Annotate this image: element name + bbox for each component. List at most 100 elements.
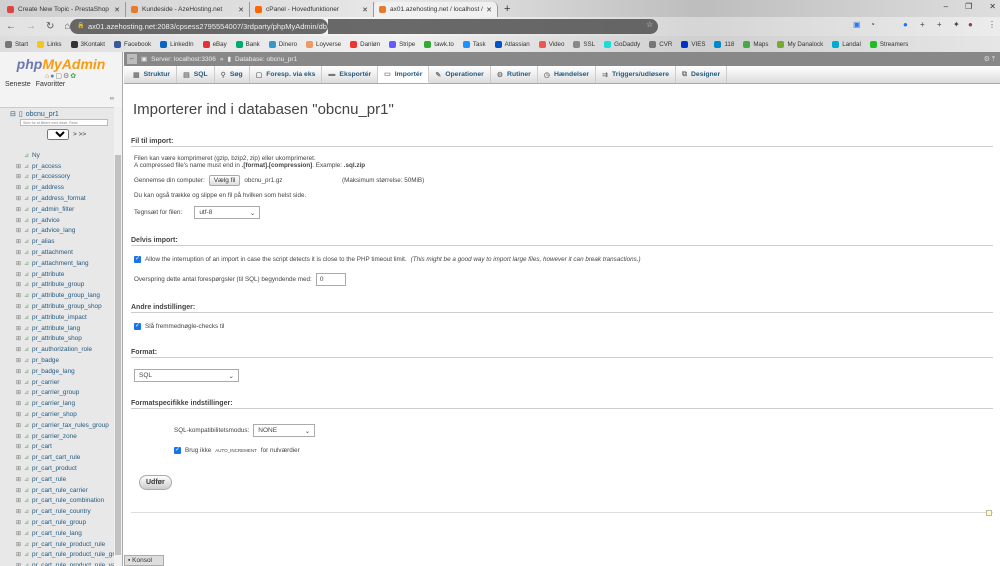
extension-icon[interactable]: +: [920, 20, 925, 29]
expand-icon[interactable]: ⊞: [16, 281, 21, 288]
favorites-tab[interactable]: Favoritter: [36, 81, 66, 88]
phpmyadmin-logo[interactable]: phpMyAdmin: [0, 56, 122, 72]
settings-gear-icon[interactable]: ⚙ ⤒: [984, 55, 995, 64]
bookmark-ebay[interactable]: eBay: [202, 40, 227, 48]
expand-icon[interactable]: ⊞: [16, 227, 21, 234]
tree-table[interactable]: ⊞ ⊿ pr_cart_rule_group: [16, 517, 115, 528]
expand-icon[interactable]: ⊞: [16, 163, 21, 170]
bookmark-vies[interactable]: VIES: [681, 40, 705, 48]
tree-database[interactable]: ⊟ ▯ obcnu_pr1: [0, 108, 115, 119]
expand-icon[interactable]: ⊞: [16, 292, 21, 299]
expand-icon[interactable]: ⊞: [16, 271, 21, 278]
tab-sql[interactable]: ▤ SQL: [177, 66, 215, 83]
expand-icon[interactable]: ⊞: [16, 422, 21, 429]
bookmark-star-icon[interactable]: ☆: [646, 20, 653, 29]
expand-icon[interactable]: ⊞: [16, 497, 21, 504]
bookmark-cvr[interactable]: CVR: [649, 40, 672, 48]
back-icon[interactable]: ←: [6, 21, 16, 32]
link-icon[interactable]: ∞: [110, 96, 114, 102]
bookmark-118[interactable]: 118: [714, 40, 734, 48]
tab-eksport-r[interactable]: ▬ Eksportér: [322, 66, 379, 83]
minimize-icon[interactable]: –: [944, 2, 948, 11]
expand-icon[interactable]: ⊞: [16, 379, 21, 386]
expand-icon[interactable]: ⊞: [16, 541, 21, 548]
no-auto-increment-checkbox[interactable]: ✓: [174, 447, 181, 454]
close-tab-icon[interactable]: ✕: [238, 6, 244, 14]
bookmark-maps[interactable]: Maps: [743, 40, 768, 48]
expand-icon[interactable]: ⊞: [16, 173, 21, 180]
bookmark-loyverse[interactable]: Loyverse: [306, 40, 341, 48]
expand-icon[interactable]: ⊞: [16, 335, 21, 342]
close-tab-icon[interactable]: ✕: [362, 6, 368, 14]
browser-tab[interactable]: Kundeside - AzeHosting.net ✕: [126, 2, 250, 17]
page-select[interactable]: 1: [47, 129, 69, 140]
close-tab-icon[interactable]: ✕: [114, 6, 120, 14]
extension-icon[interactable]: ▣: [853, 20, 861, 29]
tree-table[interactable]: ⊞ ⊿ pr_cart: [16, 442, 115, 453]
next-page-link[interactable]: > >>: [73, 131, 86, 138]
tree-table[interactable]: ⊞ ⊿ pr_carrier_group: [16, 388, 115, 399]
tree-new-table[interactable]: ⊿ Ny: [16, 150, 115, 161]
expand-icon[interactable]: ⊞: [16, 217, 21, 224]
tree-table[interactable]: ⊞ ⊿ pr_attribute_group_lang: [16, 290, 115, 301]
tree-table[interactable]: ⊞⊿pr_cart_rule_product_rule_group: [16, 550, 115, 561]
tree-table[interactable]: ⊞⊿pr_cart_rule_product_rule_value: [16, 560, 115, 566]
tree-table[interactable]: ⊞ ⊿ pr_cart_rule_country: [16, 506, 115, 517]
expand-icon[interactable]: ⊞: [16, 206, 21, 213]
extension-icon[interactable]: +: [937, 20, 942, 29]
bookmark-landal[interactable]: Landal: [832, 40, 861, 48]
tree-table[interactable]: ⊞ ⊿ pr_authorization_role: [16, 344, 115, 355]
breadcrumb-database[interactable]: Database: obcnu_pr1: [235, 56, 297, 63]
bookmark-bank[interactable]: Bank: [235, 40, 260, 48]
tree-table[interactable]: ⊞ ⊿ pr_advice_lang: [16, 226, 115, 237]
tree-table[interactable]: ⊞ ⊿ pr_cart_rule_product_rule: [16, 539, 115, 550]
tree-table[interactable]: ⊞ ⊿ pr_attribute: [16, 269, 115, 280]
compat-mode-select[interactable]: NONE ⌄: [253, 424, 316, 437]
expand-icon[interactable]: ⊞: [16, 400, 21, 407]
extension-icon[interactable]: ●: [903, 20, 908, 29]
tree-table[interactable]: ⊞ ⊿ pr_carrier_lang: [16, 398, 115, 409]
tree-table[interactable]: ⊞ ⊿ pr_badge: [16, 355, 115, 366]
expand-icon[interactable]: ⊞: [16, 508, 21, 515]
tree-table[interactable]: ⊞ ⊿ pr_attribute_lang: [16, 323, 115, 334]
forward-icon[interactable]: →: [26, 21, 36, 32]
tree-table[interactable]: ⊞ ⊿ pr_cart_cart_rule: [16, 452, 115, 463]
expand-icon[interactable]: ⊞: [16, 443, 21, 450]
browser-tab[interactable]: ax01.azehosting.net / localhost / ✕: [374, 2, 498, 17]
tab-foresp-via-eks[interactable]: ▢ Foresp. via eks: [250, 66, 323, 83]
table-filter-input[interactable]: Skriv for at filtrere med disse, Retur: [20, 119, 108, 126]
menu-icon[interactable]: ⋮: [988, 20, 996, 29]
format-select[interactable]: SQL ⌄: [134, 369, 239, 382]
tab-import-r[interactable]: ▭ Importér: [378, 66, 430, 83]
note-icon[interactable]: [986, 510, 992, 516]
tree-table[interactable]: ⊞ ⊿ pr_attachment_lang: [16, 258, 115, 269]
tree-table[interactable]: ⊞ ⊿ pr_cart_rule_lang: [16, 528, 115, 539]
tree-table[interactable]: ⊞ ⊿ pr_carrier_tax_rules_group: [16, 420, 115, 431]
skip-queries-input[interactable]: 0: [315, 273, 346, 286]
collapse-sidebar-button[interactable]: ←: [127, 54, 137, 64]
new-tab-button[interactable]: +: [498, 2, 516, 17]
expand-icon[interactable]: ⊞: [16, 487, 21, 494]
tree-table[interactable]: ⊞ ⊿ pr_attribute_group_shop: [16, 301, 115, 312]
tab-hændelser[interactable]: ◷ Hændelser: [538, 66, 597, 83]
tree-table[interactable]: ⊞ ⊿ pr_carrier: [16, 377, 115, 388]
foreign-key-checks-checkbox[interactable]: ✓: [134, 323, 141, 330]
expand-icon[interactable]: ⊞: [16, 454, 21, 461]
bookmark-dinero[interactable]: Dinero: [268, 40, 297, 48]
expand-icon[interactable]: ⊞: [16, 433, 21, 440]
tree-table[interactable]: ⊞ ⊿ pr_accessory: [16, 172, 115, 183]
tree-table[interactable]: ⊞ ⊿ pr_carrier_shop: [16, 409, 115, 420]
expand-icon[interactable]: ⊞: [16, 389, 21, 396]
tree-table[interactable]: ⊞ ⊿ pr_attribute_shop: [16, 334, 115, 345]
expand-icon[interactable]: ⊞: [16, 314, 21, 321]
submit-import-button[interactable]: Udfør: [139, 475, 172, 490]
charset-select[interactable]: utf-8 ⌄: [194, 206, 261, 219]
address-bar[interactable]: 🔒 ax01.azehosting.net:2083/cpsess27955540…: [70, 19, 371, 46]
browser-tab[interactable]: cPanel - Hovedfunktioner ✕: [250, 2, 374, 17]
tree-table[interactable]: ⊞ ⊿ pr_cart_rule_combination: [16, 496, 115, 507]
breadcrumb-server[interactable]: Server: localhost:3306: [151, 56, 216, 63]
expand-icon[interactable]: ⊞: [16, 551, 21, 558]
bookmark-ssl[interactable]: SSL: [573, 40, 595, 48]
close-tab-icon[interactable]: ✕: [486, 6, 492, 14]
expand-icon[interactable]: ⊞: [16, 465, 21, 472]
